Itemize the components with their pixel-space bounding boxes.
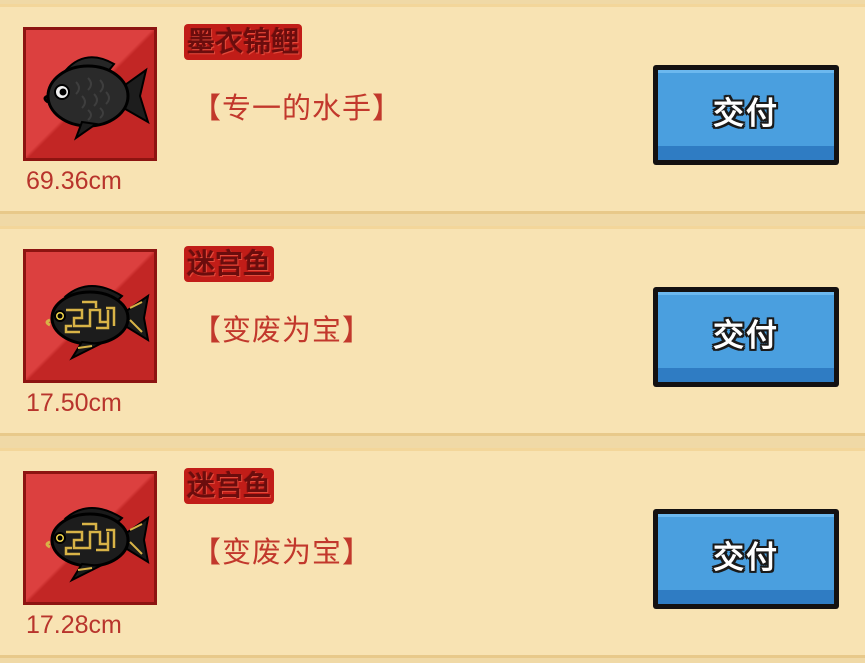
fish-size: 17.28cm xyxy=(26,611,122,639)
list-item: 17.50cm 迷宫鱼 【变废为宝】 交付 xyxy=(0,226,865,436)
fish-delivery-list: 69.36cm 墨衣锦鲤 【专一的水手】 交付 17.50cm 迷宫鱼 【变废为… xyxy=(0,0,865,663)
maze-fish-icon xyxy=(45,507,150,583)
black-carp-icon xyxy=(43,56,150,141)
fish-title: 【变废为宝】 xyxy=(192,313,373,347)
fish-size: 69.36cm xyxy=(26,167,122,195)
deliver-button-label: 交付 xyxy=(713,317,779,354)
fish-name: 迷宫鱼 xyxy=(184,246,275,282)
fish-title: 【变废为宝】 xyxy=(192,535,373,569)
deliver-button-face[interactable]: 交付 xyxy=(658,514,834,604)
maze-fish-icon xyxy=(45,285,150,361)
fish-size: 17.50cm xyxy=(26,389,122,417)
fish-name: 迷宫鱼 xyxy=(184,468,275,504)
deliver-button-label: 交付 xyxy=(713,95,779,132)
fish-thumbnail xyxy=(23,249,157,383)
deliver-button-face[interactable]: 交付 xyxy=(658,292,834,382)
fish-thumbnail xyxy=(23,27,157,161)
list-item: 17.28cm 迷宫鱼 【变废为宝】 交付 xyxy=(0,448,865,658)
deliver-button[interactable]: 交付 xyxy=(653,65,839,165)
fish-name: 墨衣锦鲤 xyxy=(184,24,303,60)
deliver-button[interactable]: 交付 xyxy=(653,287,839,387)
fish-title: 【专一的水手】 xyxy=(192,91,403,125)
fish-thumbnail xyxy=(23,471,157,605)
deliver-button[interactable]: 交付 xyxy=(653,509,839,609)
deliver-button-face[interactable]: 交付 xyxy=(658,70,834,160)
list-item: 69.36cm 墨衣锦鲤 【专一的水手】 交付 xyxy=(0,4,865,214)
deliver-button-label: 交付 xyxy=(713,539,779,576)
